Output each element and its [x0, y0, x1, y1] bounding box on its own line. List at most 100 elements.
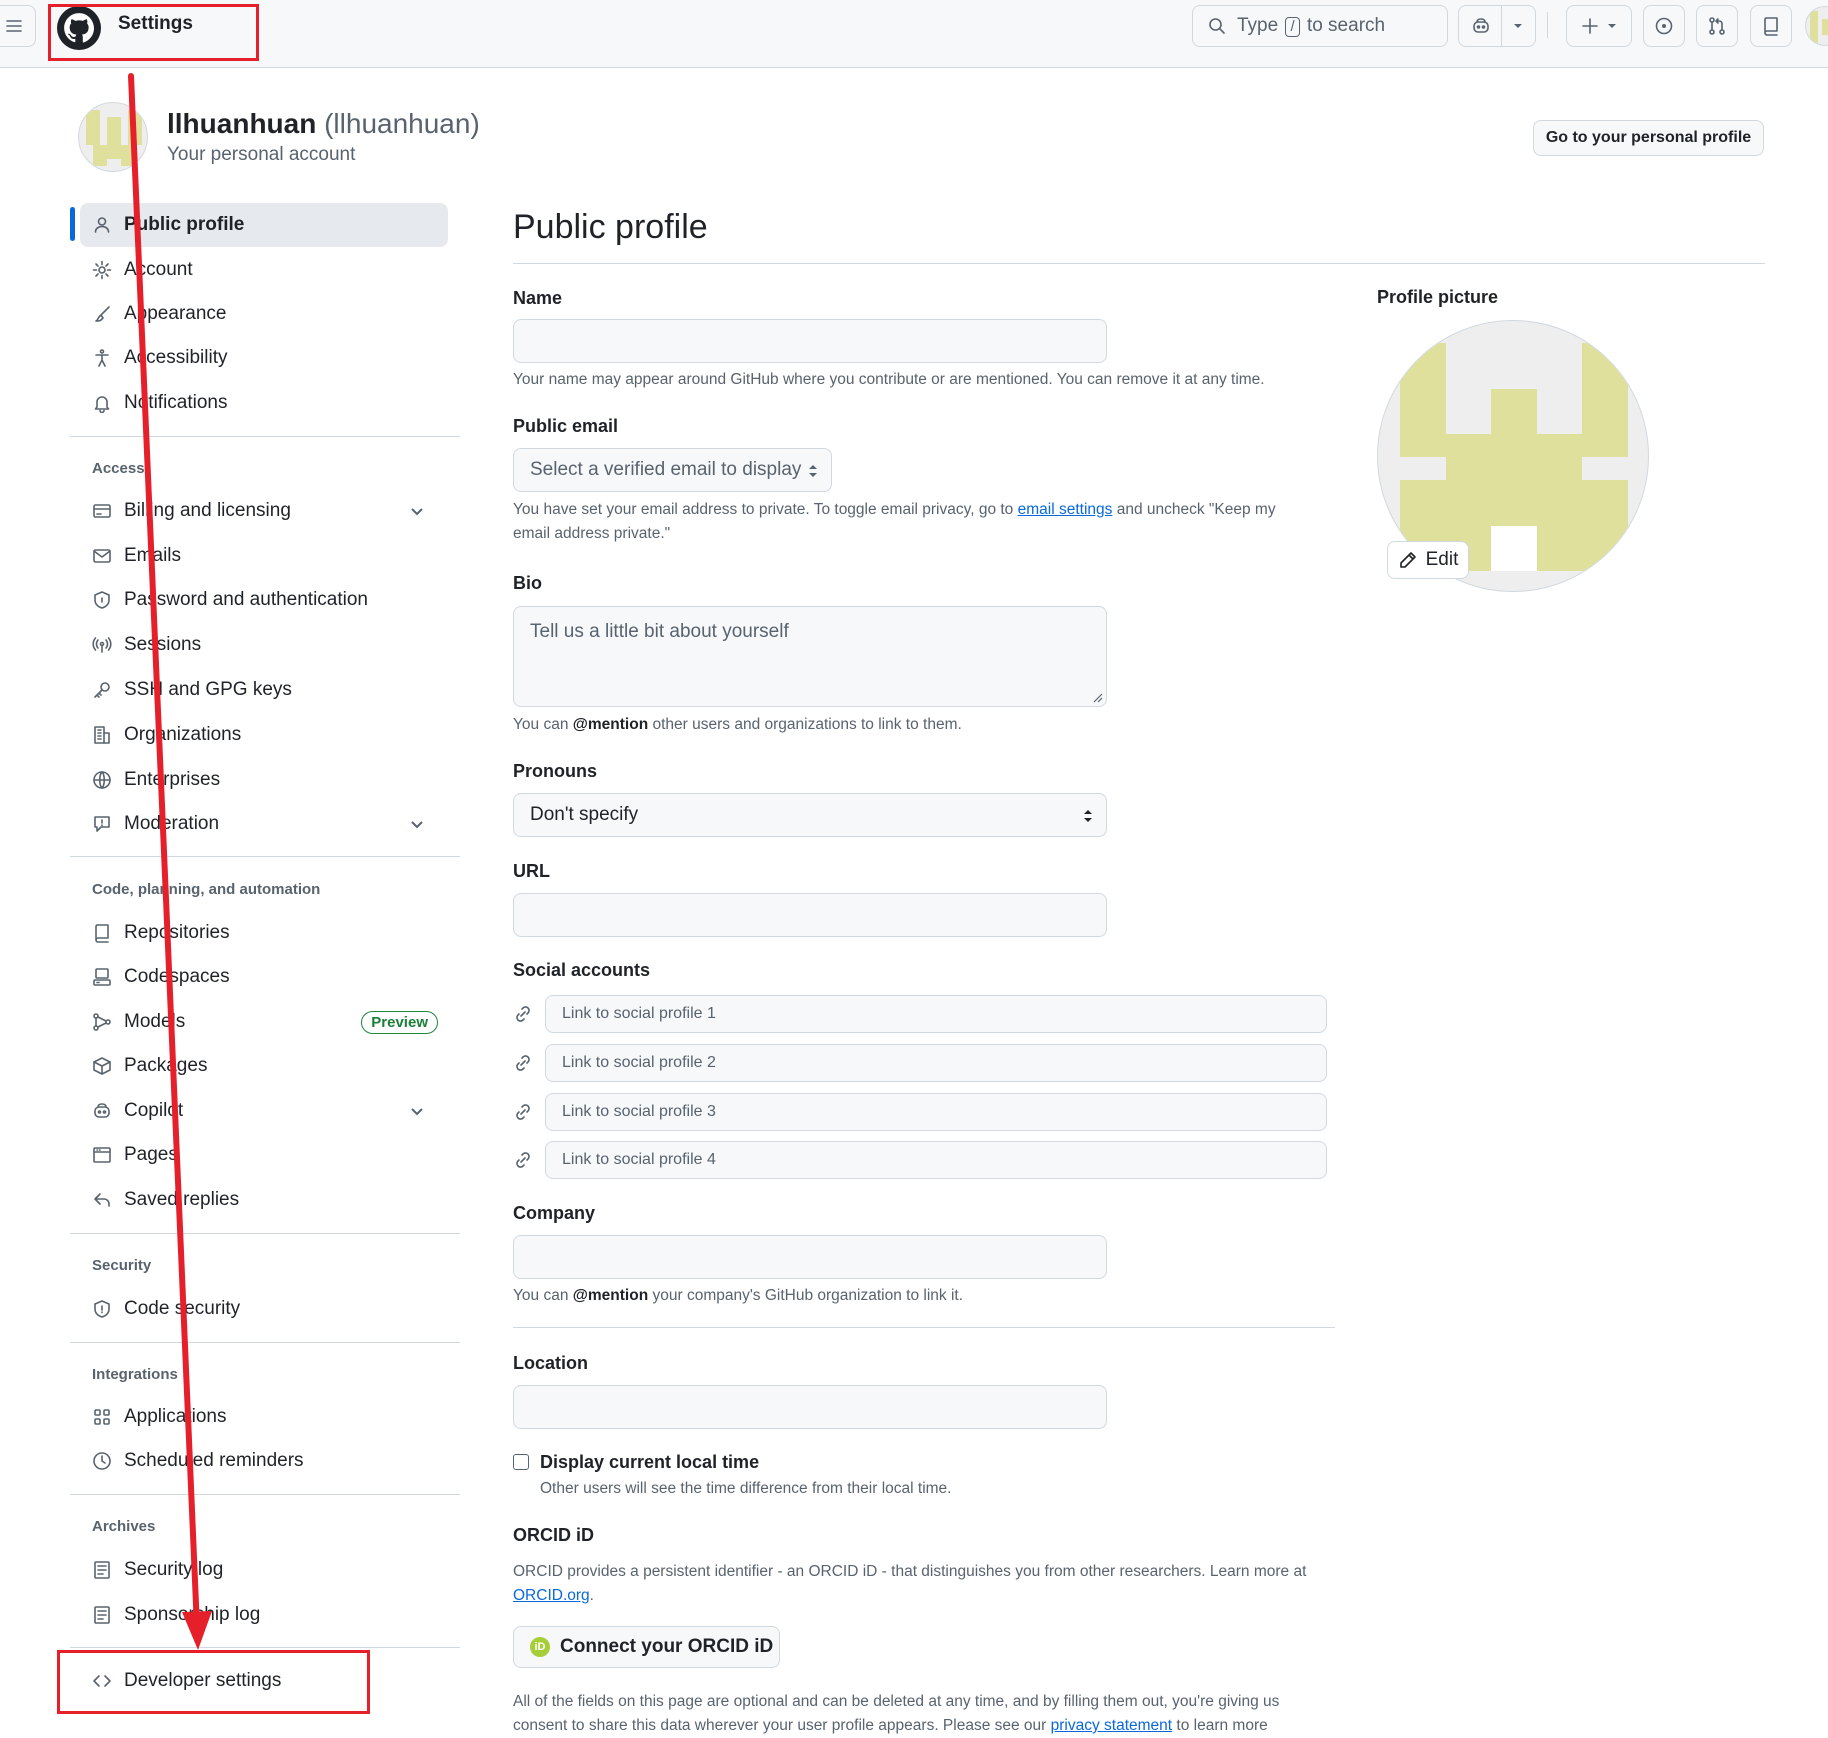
sidebar-item-saved-replies[interactable]: Saved replies — [80, 1178, 448, 1222]
account-name: llhuanhuan (llhuanhuan) — [167, 108, 480, 139]
pronouns-select[interactable]: Don't specify — [513, 793, 1107, 837]
connect-orcid-button[interactable]: iD Connect your ORCID iD — [513, 1626, 780, 1668]
social-link-field[interactable]: Link to social profile 1 — [545, 995, 1327, 1033]
globe-icon — [93, 771, 111, 789]
pull-requests-button[interactable] — [1696, 5, 1738, 47]
company-label: Company — [513, 1203, 596, 1223]
copilot-icon — [94, 1103, 110, 1118]
sidebar-divider — [70, 1647, 460, 1648]
split-divider — [1500, 6, 1502, 46]
sidebar-item-models[interactable]: Models Preview — [80, 1000, 448, 1044]
name-label: Name — [513, 288, 563, 308]
public-email-select[interactable]: Select a verified email to display — [513, 448, 832, 492]
menu-button[interactable] — [0, 5, 36, 47]
sidebar-item-applications[interactable]: Applications — [80, 1395, 448, 1439]
company-note: You can @mention your company's GitHub o… — [513, 1287, 964, 1304]
sidebar-divider — [70, 436, 460, 437]
local-time-note: Other users will see the time difference… — [540, 1480, 952, 1497]
sidebar-item-account[interactable]: Account — [80, 248, 448, 292]
orcid-link[interactable]: ORCID.org — [513, 1587, 590, 1604]
local-time-checkbox[interactable] — [513, 1454, 529, 1470]
footer-note: All of the fields on this page are optio… — [513, 1693, 1280, 1734]
sidebar-item-accessibility[interactable]: Accessibility — [80, 336, 448, 380]
search-input[interactable]: Type / to search — [1192, 5, 1448, 47]
sidebar-item-code-security[interactable]: Code security — [80, 1287, 448, 1331]
reply-icon — [94, 1193, 110, 1207]
sidebar-item-pages[interactable]: Pages — [80, 1133, 448, 1177]
link-icon — [516, 1055, 530, 1071]
sidebar-item-ssh-gpg[interactable]: SSH and GPG keys — [80, 668, 448, 712]
resize-handle-icon[interactable] — [1091, 691, 1103, 703]
name-note: Your name may appear around GitHub where… — [513, 371, 1265, 388]
top-bar: Settings Type / to search — [0, 0, 1828, 68]
sidebar-item-moderation[interactable]: Moderation — [80, 802, 448, 846]
email-settings-link[interactable]: email settings — [1018, 501, 1113, 518]
sidebar-item-appearance[interactable]: Appearance — [80, 292, 448, 336]
sidebar-item-codespaces[interactable]: Codespaces — [80, 955, 448, 999]
sidebar-item-billing[interactable]: Billing and licensing — [80, 489, 448, 533]
privacy-statement-link[interactable]: privacy statement — [1051, 1717, 1172, 1734]
social-link-row: Link to social profile 4 — [513, 1141, 1327, 1179]
company-field[interactable] — [513, 1235, 1107, 1279]
identicon-image — [86, 110, 142, 166]
orcid-note: ORCID provides a persistent identifier -… — [513, 1563, 1307, 1604]
sidebar-item-scheduled-reminders[interactable]: Scheduled reminders — [80, 1439, 448, 1483]
log-icon — [94, 1606, 110, 1624]
preview-badge: Preview — [361, 1010, 438, 1034]
search-icon — [1209, 18, 1225, 34]
go-to-profile-button[interactable]: Go to your personal profile — [1533, 120, 1764, 156]
sidebar-item-notifications[interactable]: Notifications — [80, 381, 448, 425]
sidebar-item-packages[interactable]: Packages — [80, 1044, 448, 1088]
page-title: Public profile — [513, 208, 708, 246]
bio-textarea[interactable]: Tell us a little bit about yourself — [513, 606, 1107, 707]
chevron-down-icon — [411, 508, 423, 516]
repo-icon — [95, 924, 109, 943]
social-link-field[interactable]: Link to social profile 4 — [545, 1141, 1327, 1179]
create-new-button[interactable] — [1566, 5, 1632, 47]
sidebar-item-security-log[interactable]: Security log — [80, 1548, 448, 1592]
caret-down-icon — [1513, 24, 1522, 28]
copilot-button[interactable] — [1458, 5, 1536, 47]
social-link-field[interactable]: Link to social profile 2 — [545, 1044, 1327, 1082]
identicon-image — [1810, 11, 1828, 43]
location-field[interactable] — [513, 1385, 1107, 1429]
sidebar-item-sessions[interactable]: Sessions — [80, 623, 448, 667]
pronouns-label: Pronouns — [513, 761, 597, 781]
bio-label: Bio — [513, 573, 542, 593]
bio-placeholder: Tell us a little bit about yourself — [530, 621, 789, 642]
sidebar-item-repositories[interactable]: Repositories — [80, 911, 448, 955]
social-accounts-label: Social accounts — [513, 960, 651, 980]
social-link-field[interactable]: Link to social profile 3 — [545, 1093, 1327, 1131]
credit-card-icon — [93, 504, 111, 518]
bell-icon — [94, 396, 110, 413]
sidebar-heading-integrations: Integrations — [92, 1366, 178, 1383]
issue-opened-icon — [1655, 17, 1673, 35]
edit-avatar-button[interactable]: Edit — [1387, 541, 1469, 579]
person-icon — [94, 217, 110, 233]
package-icon — [93, 1057, 111, 1075]
sidebar-item-sponsorship-log[interactable]: Sponsorship log — [80, 1593, 448, 1637]
browser-icon — [93, 1147, 111, 1163]
sidebar-item-organizations[interactable]: Organizations — [80, 713, 448, 757]
sidebar-item-password-auth[interactable]: Password and authentication — [80, 578, 448, 622]
shield-icon — [94, 1300, 110, 1318]
repositories-button[interactable] — [1750, 5, 1792, 47]
bio-note: You can @mention other users and organiz… — [513, 716, 962, 733]
name-field[interactable] — [513, 319, 1107, 363]
url-field[interactable] — [513, 893, 1107, 937]
sidebar-item-public-profile[interactable]: Public profile — [80, 203, 448, 247]
local-time-label[interactable]: Display current local time — [540, 1452, 759, 1473]
issues-button[interactable] — [1643, 5, 1685, 47]
sidebar-heading-access: Access — [92, 460, 145, 477]
sidebar-divider — [70, 1233, 460, 1234]
broadcast-icon — [92, 637, 112, 653]
shield-lock-icon — [94, 591, 110, 609]
sidebar-item-enterprises[interactable]: Enterprises — [80, 758, 448, 802]
sidebar-item-emails[interactable]: Emails — [80, 534, 448, 578]
user-avatar[interactable] — [1805, 6, 1828, 46]
sidebar-item-copilot[interactable]: Copilot — [80, 1089, 448, 1133]
pencil-icon — [1399, 552, 1416, 568]
mail-icon — [93, 549, 111, 563]
git-pull-request-icon — [1709, 17, 1725, 35]
public-email-note: You have set your email address to priva… — [513, 501, 1276, 542]
